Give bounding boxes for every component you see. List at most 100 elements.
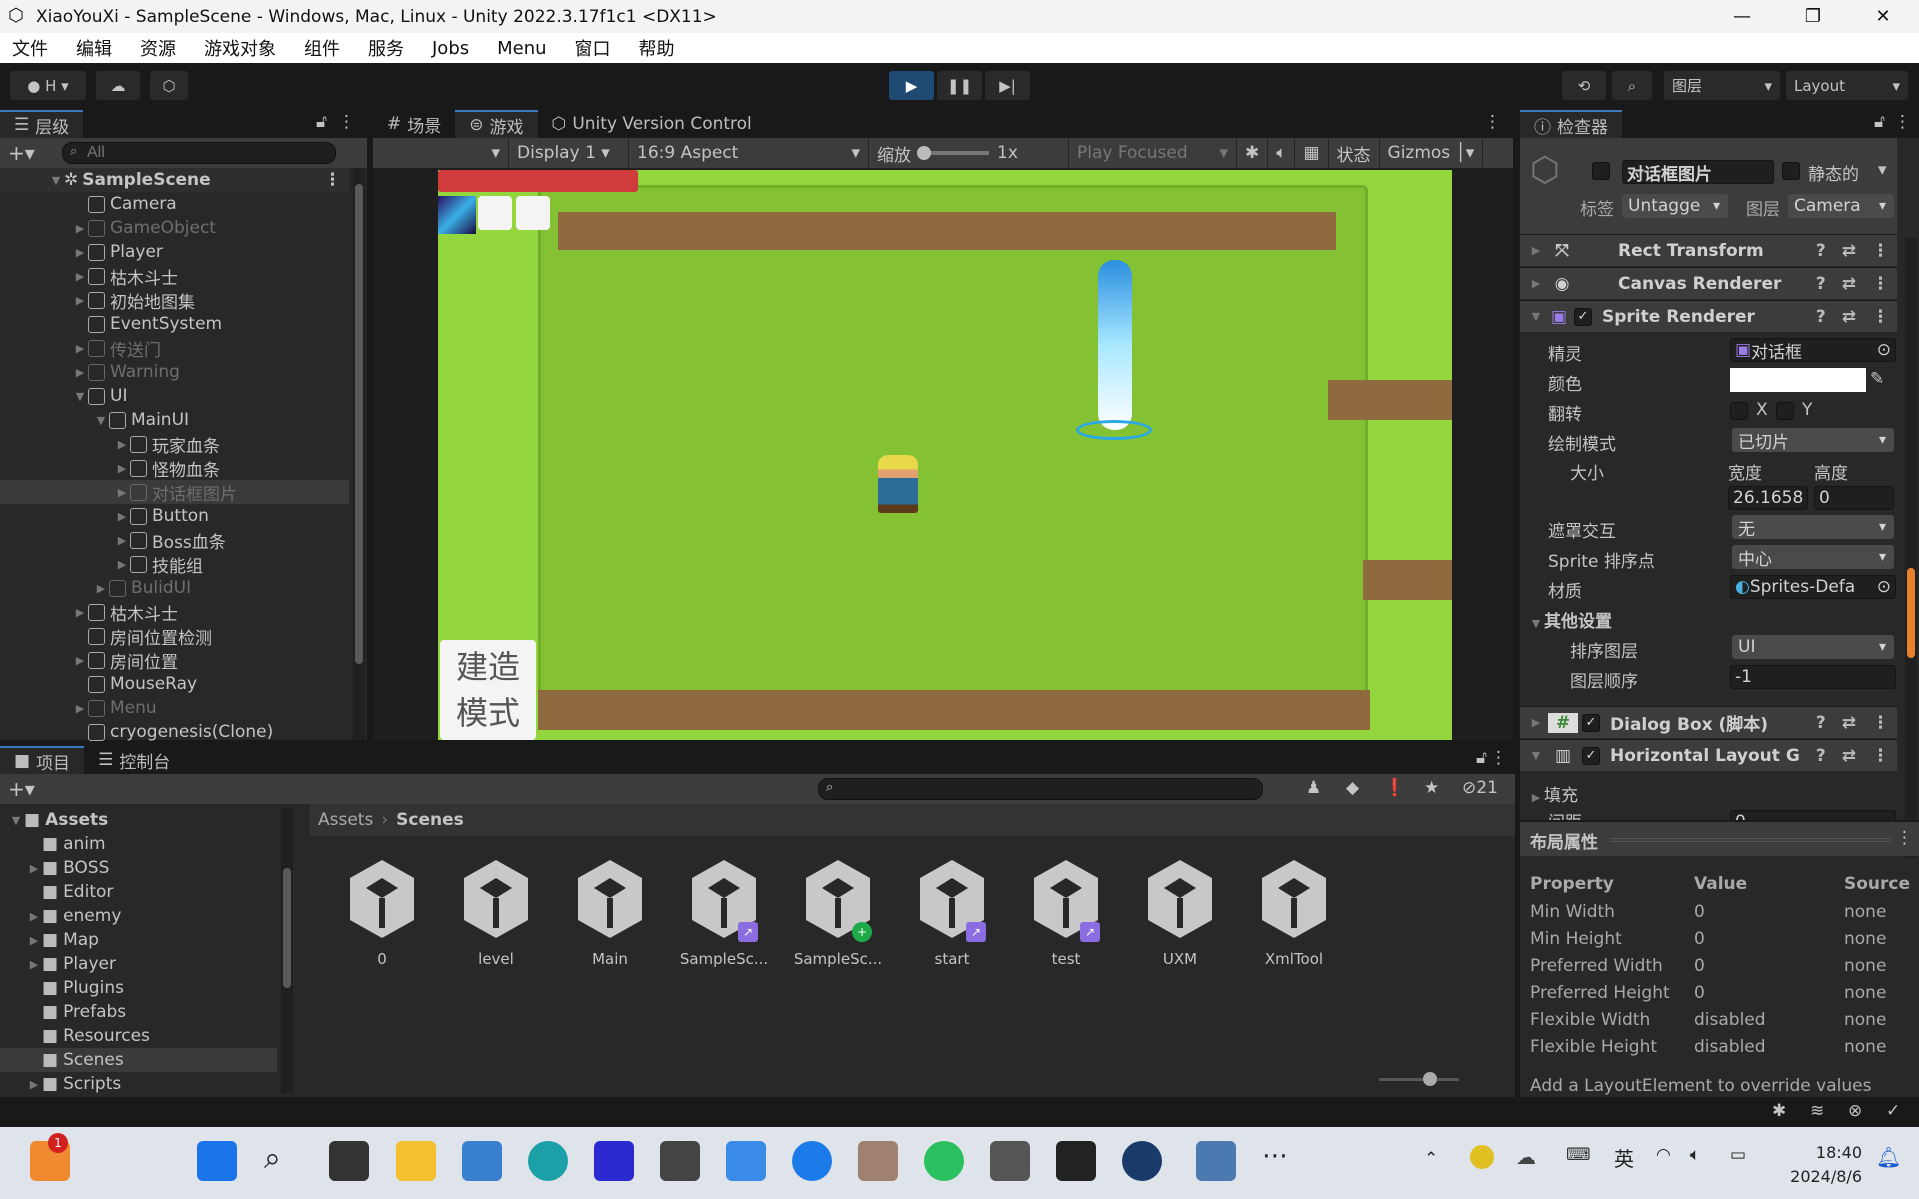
preset-icon[interactable]: ⇄ bbox=[1842, 241, 1856, 261]
menu-item[interactable]: 服务 bbox=[368, 35, 404, 61]
component-horizontal-layout-group[interactable]: ▼ ▥ ✓ Horizontal Layout G? ⇄ ⋮ bbox=[1520, 739, 1897, 771]
tab-console[interactable]: ☰ 控制台 bbox=[84, 746, 184, 774]
onedrive-icon[interactable]: ☁ bbox=[1516, 1145, 1536, 1169]
help-icon[interactable]: ? bbox=[1816, 274, 1826, 294]
eyedropper-icon[interactable]: ✎ bbox=[1870, 369, 1884, 389]
game-canvas[interactable]: 建造 模式 bbox=[438, 170, 1452, 740]
static-dropdown[interactable]: ▾ bbox=[1878, 160, 1887, 180]
component-rect-transform[interactable]: ▶ ⤧ Rect Transform? ⇄ ⋮ bbox=[1520, 234, 1897, 266]
hierarchy-item[interactable]: ▶ Button bbox=[0, 504, 349, 528]
folder-item[interactable]: ■ Plugins bbox=[0, 976, 277, 1000]
search-icon[interactable]: ⌕ bbox=[264, 1141, 304, 1181]
scene-root[interactable]: ▼ ✲ SampleScene ⋮ bbox=[0, 168, 349, 192]
help-icon[interactable]: ? bbox=[1816, 746, 1826, 766]
more-icon[interactable]: ⋮ bbox=[1490, 748, 1507, 768]
hierarchy-scrollbar[interactable] bbox=[353, 168, 365, 740]
expand-arrow-icon[interactable]: ▶ bbox=[26, 910, 42, 923]
expand-arrow-icon[interactable]: ▶ bbox=[114, 462, 130, 475]
expand-arrow-icon[interactable]: ▶ bbox=[114, 438, 130, 451]
layer-dropdown[interactable]: Camera bbox=[1788, 194, 1894, 218]
minimize-button[interactable]: — bbox=[1712, 0, 1772, 33]
folder-item[interactable]: ■ anim bbox=[0, 832, 277, 856]
store-icon[interactable] bbox=[462, 1141, 502, 1181]
more-icon[interactable]: ⋮ bbox=[1894, 112, 1911, 132]
hierarchy-item[interactable]: ▶ 枯木斗士 bbox=[0, 600, 349, 625]
expand-arrow-icon[interactable]: ▶ bbox=[72, 294, 88, 307]
object-name-input[interactable]: 对话框图片 bbox=[1622, 160, 1774, 185]
folder-item[interactable]: ■ Editor bbox=[0, 880, 277, 904]
tab-version-control[interactable]: ⬡ Unity Version Control bbox=[538, 110, 766, 138]
start-icon[interactable] bbox=[197, 1141, 237, 1181]
version-control-button[interactable]: ⬡ bbox=[150, 71, 188, 100]
app-icon[interactable] bbox=[726, 1141, 766, 1181]
hidden-packages-button[interactable]: ⊘21 bbox=[1462, 778, 1498, 798]
expand-arrow-icon[interactable]: ▶ bbox=[114, 534, 130, 547]
more-icon[interactable]: ⋮ bbox=[1872, 274, 1889, 294]
hierarchy-item[interactable]: ▶ 传送门 bbox=[0, 336, 349, 361]
monitor-icon[interactable] bbox=[1196, 1141, 1236, 1181]
keyboard-icon[interactable]: ⌨ bbox=[1566, 1145, 1591, 1165]
clock-time[interactable]: 18:40 bbox=[1800, 1143, 1862, 1162]
more-icon[interactable]: ⋮ bbox=[1872, 307, 1889, 327]
play-button[interactable]: ▶ bbox=[889, 71, 934, 100]
tab-inspector[interactable]: ⓘ 检查器 bbox=[1520, 110, 1622, 138]
tree-scrollbar[interactable] bbox=[281, 808, 293, 1093]
order-input[interactable]: -1 bbox=[1730, 665, 1896, 689]
folder-item[interactable]: ▶ ■ enemy bbox=[0, 904, 277, 928]
aspect-dropdown[interactable]: 16:9 Aspect ▾ bbox=[629, 139, 869, 167]
folder-item[interactable]: ■ Scenes bbox=[0, 1048, 277, 1072]
more-icon[interactable]: ⋮ bbox=[1872, 713, 1889, 733]
favorite-icon[interactable]: ★ bbox=[1424, 778, 1439, 798]
project-search-input[interactable] bbox=[818, 778, 1263, 800]
material-field[interactable]: ◐ Sprites-Defa ⊙ bbox=[1730, 575, 1896, 599]
tab-game[interactable]: ⊜ 游戏 bbox=[455, 110, 538, 138]
expand-arrow-icon[interactable]: ▶ bbox=[72, 606, 88, 619]
expand-arrow-icon[interactable]: ▶ bbox=[72, 270, 88, 283]
tab-hierarchy[interactable]: ☰ 层级 bbox=[0, 110, 84, 138]
unity-icon[interactable] bbox=[990, 1141, 1030, 1181]
network-icon[interactable]: ⊗ bbox=[1848, 1101, 1862, 1121]
filter-label-icon[interactable]: ◆ bbox=[1346, 778, 1359, 798]
padding-foldout[interactable]: ▶ 填充 bbox=[1528, 781, 1578, 806]
layers-dropdown[interactable]: 图层 ▾ bbox=[1664, 71, 1780, 100]
unity-hub-icon[interactable] bbox=[660, 1141, 700, 1181]
hierarchy-item[interactable]: ▶ Player bbox=[0, 240, 349, 264]
app-icon[interactable] bbox=[594, 1141, 634, 1181]
expand-arrow-icon[interactable]: ▼ bbox=[8, 814, 24, 827]
hierarchy-item[interactable]: ▶ Warning bbox=[0, 360, 349, 384]
menu-item[interactable]: 游戏对象 bbox=[204, 35, 276, 61]
folder-item[interactable]: ▶ ■ Scripts bbox=[0, 1072, 277, 1096]
search-button[interactable]: ⌕ bbox=[1612, 71, 1652, 100]
expand-arrow-icon[interactable]: ▶ bbox=[72, 702, 88, 715]
lock-icon[interactable]: 🔓︎ bbox=[1874, 112, 1885, 132]
hierarchy-item[interactable]: ▶ 初始地图集 bbox=[0, 288, 349, 313]
clock-date[interactable]: 2024/8/6 bbox=[1770, 1167, 1862, 1186]
more-icon[interactable]: ⋮ bbox=[1896, 828, 1913, 848]
breadcrumb-scenes[interactable]: Scenes bbox=[396, 810, 464, 830]
volume-icon[interactable]: 🔈︎ bbox=[1690, 1145, 1700, 1165]
component-dialog-box[interactable]: ▶ # ✓ Dialog Box (脚本)? ⇄ ⋮ bbox=[1520, 706, 1897, 738]
folder-item[interactable]: ■ Resources bbox=[0, 1024, 277, 1048]
bell-icon[interactable]: 🔔︎ bbox=[1876, 1145, 1901, 1169]
audio-icon[interactable]: 🔈︎ bbox=[1268, 139, 1296, 167]
edge-icon[interactable] bbox=[528, 1141, 568, 1181]
chevron-up-icon[interactable]: ⌃ bbox=[1424, 1149, 1438, 1169]
flip-x-checkbox[interactable] bbox=[1730, 402, 1748, 420]
hierarchy-item[interactable]: ▶ 对话框图片 bbox=[0, 480, 349, 505]
expand-arrow-icon[interactable]: ▼ bbox=[93, 414, 109, 427]
flip-y-checkbox[interactable] bbox=[1776, 402, 1794, 420]
history-button[interactable]: ⟲ bbox=[1562, 71, 1606, 100]
battery-icon[interactable]: ▭ bbox=[1730, 1145, 1746, 1165]
account-button[interactable]: ● H ▾ bbox=[10, 71, 86, 100]
sprite-field[interactable]: ▣ 对话框 ⊙ bbox=[1730, 338, 1896, 363]
expand-arrow-icon[interactable]: ▶ bbox=[93, 582, 109, 595]
steam-icon[interactable] bbox=[1122, 1141, 1162, 1181]
static-checkbox[interactable] bbox=[1782, 162, 1800, 180]
cache-icon[interactable]: ≋ bbox=[1810, 1101, 1824, 1121]
preset-icon[interactable]: ⇄ bbox=[1842, 307, 1856, 327]
menu-item[interactable]: 文件 bbox=[12, 35, 48, 61]
app-icon[interactable] bbox=[792, 1141, 832, 1181]
hierarchy-item[interactable]: Camera bbox=[0, 192, 349, 216]
width-input[interactable]: 26.1658 bbox=[1728, 486, 1808, 510]
hierarchy-item[interactable]: ▼ MainUI bbox=[0, 408, 349, 432]
